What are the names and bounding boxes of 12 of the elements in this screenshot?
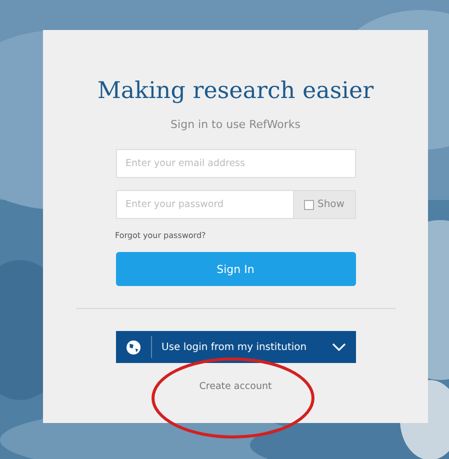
password-field[interactable]: Enter your password	[116, 190, 294, 219]
checkbox[interactable]	[304, 200, 314, 210]
login-title: Making research easier	[97, 78, 374, 104]
create-account-link[interactable]: Create account	[199, 381, 272, 392]
forgot-password-link[interactable]: Forgot your password?	[115, 231, 206, 240]
institution-login-button[interactable]: Use login from my institution	[116, 331, 356, 363]
globe-icon	[126, 340, 140, 354]
email-field[interactable]: Enter your email address	[116, 149, 356, 178]
show-password-toggle[interactable]: Show	[294, 190, 356, 219]
sign-in-button[interactable]: Sign In	[116, 252, 356, 286]
login-subtitle: Sign in to use RefWorks	[170, 118, 300, 131]
chevron-down-icon	[332, 343, 346, 351]
